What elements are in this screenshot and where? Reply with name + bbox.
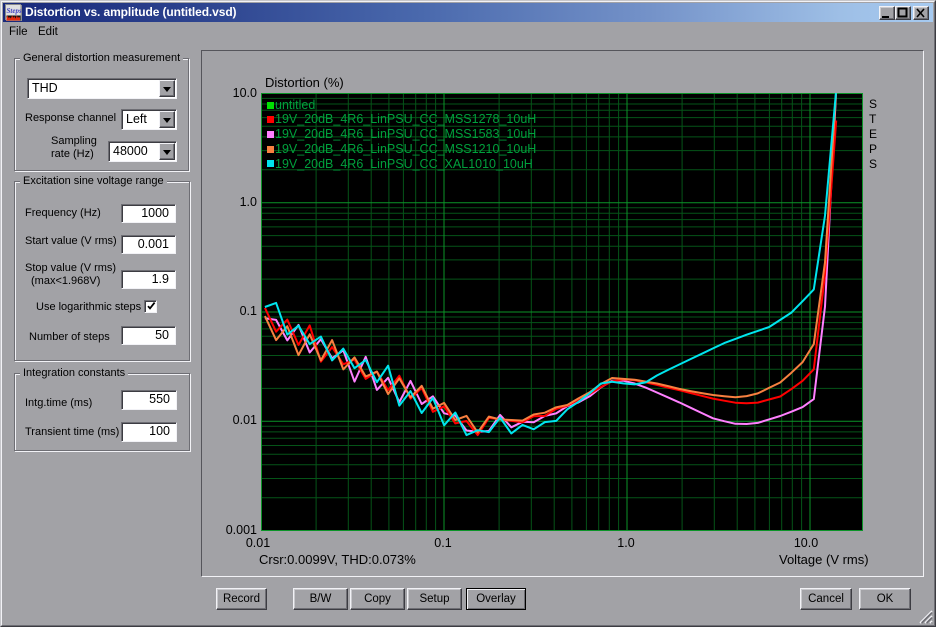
svg-text:Steps: Steps: [7, 7, 22, 15]
